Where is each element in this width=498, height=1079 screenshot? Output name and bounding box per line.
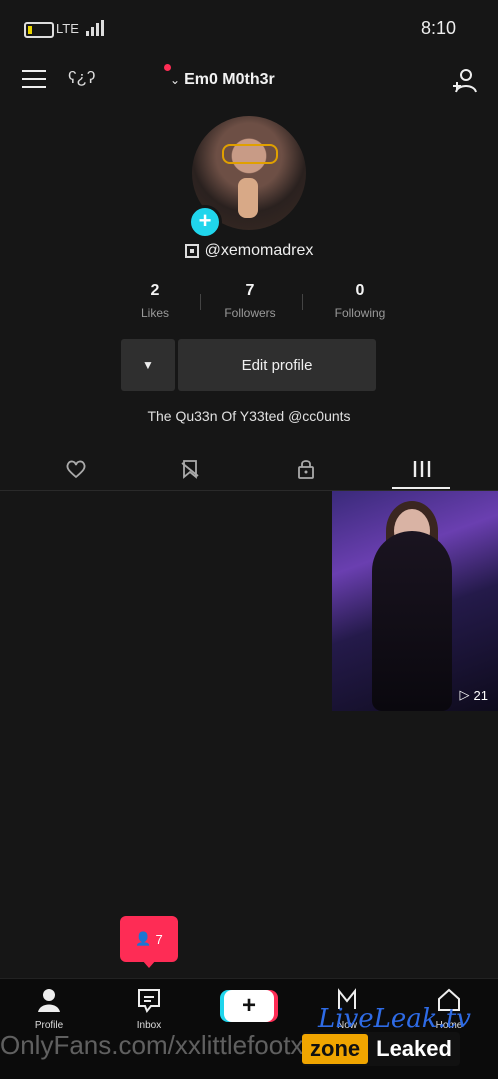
badge-pointer — [142, 960, 156, 968]
watermark-brand-b: zone — [302, 1034, 369, 1064]
person-icon: 👤 — [135, 931, 152, 946]
status-bar: LTE 8:10 — [0, 0, 498, 58]
stat-value: 2 — [150, 282, 160, 299]
watermark-script: LiveLeak.tv — [318, 1004, 471, 1034]
signal-icon — [86, 20, 106, 36]
clock: 8:10 — [420, 18, 456, 38]
nav-inbox[interactable]: Inbox — [114, 987, 184, 1031]
stat-value: 0 — [355, 282, 365, 299]
create-button[interactable]: + — [224, 990, 274, 1022]
plus-icon: + — [241, 992, 256, 1019]
play-icon: ▷ — [459, 687, 470, 702]
user-handle: @xemomadrex — [204, 242, 314, 259]
profile-tabs — [0, 450, 498, 491]
active-tab-indicator — [392, 487, 450, 489]
tab-private[interactable] — [276, 450, 336, 488]
battery-icon — [24, 22, 54, 38]
footprint-icon[interactable]: ʕ¿ʔ — [68, 68, 95, 88]
profile-stats: 2 Likes 7 Followers 0 Following — [110, 282, 410, 324]
grid-icon — [413, 461, 431, 477]
account-switcher[interactable]: ⌄ Em0 M0th3r — [170, 68, 340, 92]
tab-bookmarks[interactable] — [160, 450, 220, 488]
stat-value: 7 — [245, 282, 255, 299]
handle-row: @xemomadrex — [0, 242, 498, 260]
stat-following[interactable]: 0 Following — [315, 282, 405, 320]
watermark-brand-a: Leaked — [376, 1036, 452, 1061]
inbox-icon — [138, 989, 160, 1013]
triangle-down-icon: ▼ — [142, 358, 154, 372]
menu-icon[interactable] — [22, 70, 46, 90]
badge-count: 7 — [155, 931, 163, 947]
stat-likes[interactable]: 2 Likes — [110, 282, 200, 320]
profile-dropdown-button[interactable]: ▼ — [121, 339, 175, 391]
stat-label: Followers — [224, 306, 276, 320]
hidden-bookmark-icon — [181, 460, 199, 479]
nav-profile[interactable]: Profile — [14, 987, 84, 1031]
watermark-logo: zone Leaked — [302, 1032, 460, 1066]
heart-icon — [66, 460, 86, 479]
edit-profile-button[interactable]: Edit profile — [178, 339, 376, 391]
stat-label: Likes — [140, 306, 169, 320]
bio-text: The Qu33n Of Y33ted @cc0unts — [147, 408, 351, 424]
tab-liked[interactable] — [46, 450, 106, 488]
follower-notification-badge[interactable]: 👤 7 — [120, 916, 178, 962]
video-thumbnail[interactable]: ▷ 21 — [332, 491, 498, 711]
person-icon — [38, 989, 60, 1012]
tab-videos[interactable] — [392, 450, 452, 488]
stat-followers[interactable]: 7 Followers — [205, 282, 295, 320]
add-avatar-button[interactable]: + — [188, 205, 222, 239]
lock-icon — [298, 460, 314, 479]
page-title: Em0 M0th3r — [184, 71, 275, 88]
stat-label: Following — [334, 306, 386, 320]
view-count: ▷ 21 — [460, 687, 488, 703]
add-user-icon[interactable] — [450, 66, 478, 94]
qr-code-icon[interactable] — [184, 244, 199, 258]
network-label: LTE — [56, 21, 79, 36]
view-count-value: 21 — [473, 687, 488, 703]
chevron-down-icon: ⌄ — [170, 73, 181, 87]
